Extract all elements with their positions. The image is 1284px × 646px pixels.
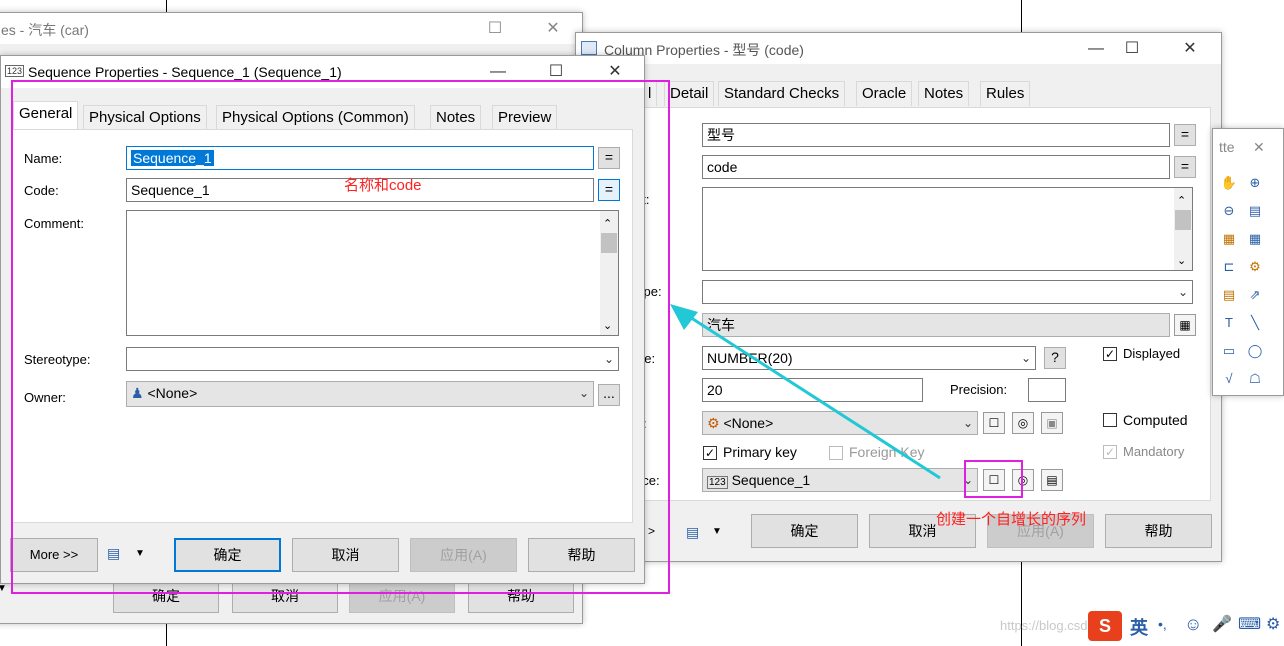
zoom-icon[interactable]: ⊖ (1219, 201, 1239, 221)
palette-window: tte ✕ ✋ ⊕ ⊖ ▤ ▦ ▦ ⊏ ⚙ ▤ ⇗ T ╲ ▭ ◯ √ ☖ (1212, 128, 1284, 396)
displayed-label: Displayed (1123, 346, 1181, 361)
ime-keyboard-icon[interactable]: ⌨ (1238, 614, 1261, 634)
tab-oracle[interactable]: Oracle (856, 81, 913, 106)
ellipse-tool-icon[interactable]: ◯ (1245, 341, 1265, 361)
polyline-tool-icon[interactable]: √ (1219, 369, 1239, 389)
datatype-help-button[interactable]: ? (1044, 347, 1066, 369)
tab-standard-checks[interactable]: Standard Checks (718, 81, 846, 106)
caret-down-icon: ▼ (0, 583, 7, 594)
sequence-properties-icon[interactable]: ▤ (1041, 469, 1063, 491)
displayed-checkbox[interactable]: ✓ (1103, 347, 1117, 361)
text-tool-icon[interactable]: T (1219, 313, 1239, 333)
car-window-titlebar: es - 汽车 (car) ☐ ✕ (0, 13, 582, 44)
table-tool-icon[interactable]: ▦ (1245, 229, 1265, 249)
properties-icon[interactable]: ▤ (1245, 201, 1265, 221)
print-icon[interactable]: ▤ (686, 524, 699, 541)
precision-input[interactable] (1028, 378, 1066, 402)
ime-logo-icon[interactable]: S (1088, 611, 1122, 641)
mandatory-checkbox[interactable]: ✓ (1103, 445, 1117, 459)
polygon-tool-icon[interactable]: ☖ (1245, 369, 1265, 389)
reference-icon[interactable]: ⊏ (1219, 257, 1239, 277)
tab-detail[interactable]: Detail (664, 81, 715, 106)
palette-title: tte (1219, 139, 1235, 155)
ime-emoji-icon[interactable]: ☺ (1184, 614, 1202, 635)
line-tool-icon[interactable]: ╲ (1245, 313, 1265, 333)
computed-label: Computed (1123, 412, 1188, 428)
column-code-input[interactable]: code (702, 155, 1170, 179)
table-icon (581, 41, 597, 55)
table-properties-icon[interactable]: ▦ (1174, 314, 1196, 336)
procedure-icon[interactable]: ⚙ (1245, 257, 1265, 277)
scroll-up-icon[interactable]: ⌃ (1177, 190, 1186, 212)
arrow-shaft (681, 310, 941, 480)
maximize-icon[interactable]: ☐ (475, 17, 515, 41)
computed-checkbox[interactable] (1103, 413, 1117, 427)
scroll-thumb[interactable] (1175, 210, 1191, 230)
rectangle-tool-icon[interactable]: ▭ (1219, 341, 1239, 361)
annotation-create-sequence-note: 创建一个自增长的序列 (936, 511, 1087, 528)
column-ok-button[interactable]: 确定 (751, 514, 858, 548)
chevron-down-icon: ⌄ (1020, 351, 1031, 365)
ime-settings-icon[interactable]: ⚙ (1266, 614, 1280, 634)
package-icon[interactable]: ▦ (1219, 229, 1239, 249)
tab-notes[interactable]: Notes (918, 81, 970, 106)
annotation-box-sequence-window (11, 80, 670, 594)
annotation-name-code-note: 名称和code (344, 177, 422, 194)
code-link-button[interactable]: = (1174, 156, 1196, 178)
annotation-arrow (670, 304, 941, 480)
column-window-titlebar: Column Properties - 型号 (code) — ☐ ✕ (576, 33, 1221, 64)
canvas-line (1021, 560, 1022, 646)
ime-mic-icon[interactable]: 🎤 (1212, 614, 1232, 634)
close-icon[interactable]: ✕ (533, 17, 573, 41)
file-icon[interactable]: ▤ (1219, 285, 1239, 305)
chevron-down-icon: ⌄ (962, 416, 973, 430)
domain-properties-icon[interactable]: ▣ (1041, 412, 1063, 434)
scroll-down-icon[interactable]: ⌄ (1177, 250, 1186, 270)
ime-lang-toggle[interactable]: 英 (1130, 614, 1148, 640)
annotation-box-sequence-buttons (964, 460, 1023, 498)
comment-scrollbar[interactable]: ⌃ ⌄ (1174, 188, 1192, 270)
sequence-window-icon: 123 (5, 65, 25, 77)
sequence-window-title: Sequence Properties - Sequence_1 (Sequen… (28, 64, 342, 80)
canvas-line (1021, 0, 1022, 34)
palette-close-icon[interactable]: ✕ (1253, 139, 1265, 156)
caret-down-icon[interactable]: ▼ (712, 526, 722, 537)
name-code-link-button[interactable]: = (1174, 124, 1196, 146)
hand-tool-icon[interactable]: ✋ (1219, 173, 1239, 193)
chevron-down-icon: ⌄ (1177, 285, 1188, 299)
domain-new-icon[interactable]: ☐ (983, 412, 1005, 434)
car-window-title: es - 汽车 (car) (1, 22, 89, 38)
maximize-icon[interactable]: ☐ (1112, 37, 1152, 61)
column-comment-textarea[interactable]: ⌃ ⌄ (702, 187, 1193, 271)
arrow-head (670, 304, 698, 330)
column-name-input[interactable]: 型号 (702, 123, 1170, 147)
tab-rules[interactable]: Rules (980, 81, 1031, 106)
column-help-button[interactable]: 帮助 (1105, 514, 1212, 548)
domain-browse-icon[interactable]: ◎ (1012, 412, 1034, 434)
mandatory-label: Mandatory (1123, 444, 1185, 459)
zoom-in-icon[interactable]: ⊕ (1245, 173, 1265, 193)
canvas-line (166, 624, 167, 646)
close-icon[interactable]: ✕ (1170, 37, 1210, 61)
ime-punct-icon[interactable]: •, (1158, 616, 1167, 632)
link-icon[interactable]: ⇗ (1245, 285, 1265, 305)
minimize-icon[interactable]: — (1076, 37, 1116, 61)
